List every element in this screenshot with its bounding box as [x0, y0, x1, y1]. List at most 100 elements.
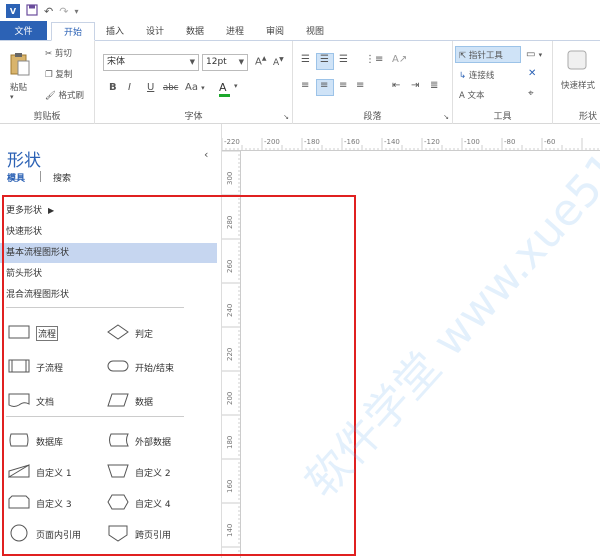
connection-point-icon[interactable]: ⌖: [528, 88, 534, 99]
font-size-value: 12pt: [206, 57, 227, 67]
change-case-label: Aa: [185, 82, 198, 93]
ruler-tick-label: -200: [264, 138, 280, 146]
font-group: 宋体 ▼ 12pt ▼ A▲ A▼ B I U abc Aa ▾ A ▾ 字体 ↘: [95, 41, 293, 124]
tab-5[interactable]: 进程: [215, 21, 255, 40]
tab-3[interactable]: 设计: [135, 21, 175, 40]
ruler-tick-label: -60: [544, 138, 556, 146]
close-icon[interactable]: ✕: [528, 68, 536, 79]
paste-dropdown-icon[interactable]: ▾: [10, 93, 14, 101]
grow-font-label: A: [255, 56, 262, 68]
font-color-swatch: [219, 94, 230, 97]
ruler-tick-label: -180: [304, 138, 320, 146]
horizontal-ruler: -220 -200 -180 -160 -140 -120 -100 -80 -60: [222, 138, 600, 151]
connector-icon: ↳: [459, 71, 467, 81]
pointer-tool-button[interactable]: ⇱ 指针工具: [459, 49, 503, 61]
format-painter-button[interactable]: 🖌 格式刷: [45, 89, 84, 101]
italic-button[interactable]: I: [128, 82, 131, 93]
clipboard-group-label: 剪贴板: [33, 112, 61, 122]
ruler-tick-label: -80: [504, 138, 516, 146]
rectangle-shape-icon[interactable]: ▭ ▾: [526, 49, 542, 60]
align-right-icon[interactable]: ≡: [339, 80, 347, 91]
decrease-indent-icon[interactable]: ⇤: [392, 80, 400, 91]
tab-6[interactable]: 审阅: [255, 21, 295, 40]
quick-styles-button[interactable]: 快速样式: [561, 79, 595, 91]
copy-button[interactable]: ❐ 复制: [45, 68, 72, 80]
ruler-tick-label: -220: [224, 138, 240, 146]
align-top-icon[interactable]: ☰: [301, 54, 310, 65]
chevron-down-icon: ▼: [238, 58, 244, 66]
highlight-box: [2, 195, 356, 556]
align-left-icon[interactable]: ≡: [301, 80, 309, 91]
chevron-left-icon[interactable]: ‹: [204, 148, 208, 161]
ruler-tick-label: 300: [226, 171, 234, 185]
tab-4[interactable]: 数据: [175, 21, 215, 40]
align-bottom-icon[interactable]: ☰: [339, 54, 348, 65]
tools-group-label: 工具: [493, 112, 512, 122]
pointer-tool-label: 指针工具: [468, 51, 503, 61]
clipboard-group: 粘贴 ▾ ✂ 剪切 ❐ 复制 🖌 格式刷 剪贴板: [0, 41, 95, 124]
font-name-select[interactable]: 宋体 ▼: [103, 54, 199, 71]
align-middle-icon[interactable]: ☰: [320, 54, 329, 65]
paragraph-group: ☰ ☰ ☰ ⋮≡ A↗ ≡ ≡ ≡ ≡ ⇤ ⇥ ≣ 段落 ↘: [293, 41, 453, 124]
paragraph-settings-icon[interactable]: ≣: [430, 80, 438, 91]
undo-icon[interactable]: ↶: [44, 5, 53, 18]
font-color-button[interactable]: A: [219, 81, 230, 97]
tools-group: ⇱ 指针工具 ↳ 连接线 A 文本 ▭ ▾ ✕ ⌖ 工具: [453, 41, 553, 124]
shape-group-label: 形状: [579, 112, 598, 122]
tab-divider: [40, 171, 41, 182]
paste-button[interactable]: 粘贴: [10, 81, 27, 93]
visio-app-icon: V: [6, 4, 20, 18]
paste-icon[interactable]: [9, 51, 31, 80]
bold-button[interactable]: B: [109, 82, 117, 93]
paragraph-group-label: 段落: [363, 112, 382, 122]
text-tool-button[interactable]: A 文本: [459, 89, 485, 101]
font-color-label: A: [219, 81, 227, 94]
text-tool-label: 文本: [467, 91, 485, 101]
text-tool-icon: A: [459, 91, 465, 101]
font-group-label: 字体: [184, 112, 203, 122]
ribbon: 粘贴 ▾ ✂ 剪切 ❐ 复制 🖌 格式刷 剪贴板 宋体 ▼ 12pt ▼ A▲ A▼…: [0, 41, 600, 124]
dialog-launcher-icon[interactable]: ↘: [443, 113, 449, 121]
scissors-icon: ✂: [45, 49, 53, 59]
change-case-button[interactable]: Aa ▾: [185, 82, 205, 93]
format-painter-label: 格式刷: [58, 91, 85, 101]
redo-icon[interactable]: ↷: [59, 5, 68, 18]
ruler-tick-label: -100: [464, 138, 480, 146]
ruler-tick-label: -140: [384, 138, 400, 146]
align-center-icon[interactable]: ≡: [320, 80, 328, 91]
cut-label: 剪切: [54, 49, 72, 59]
copy-icon: ❐: [45, 70, 53, 80]
copy-label: 复制: [55, 70, 73, 80]
font-size-select[interactable]: 12pt ▼: [202, 54, 248, 71]
pointer-icon: ⇱: [459, 51, 467, 61]
shapes-panel-title: 形状: [7, 151, 41, 171]
tab-1[interactable]: 开始: [51, 22, 95, 41]
tab-0[interactable]: 文件: [0, 21, 47, 40]
chevron-down-icon[interactable]: ▾: [234, 82, 238, 90]
save-icon[interactable]: [26, 3, 38, 19]
shrink-font-button[interactable]: A▼: [273, 56, 284, 68]
chevron-down-icon: ▾: [201, 84, 205, 92]
grow-font-button[interactable]: A▲: [255, 55, 266, 67]
ruler-tick-label: -120: [424, 138, 440, 146]
increase-indent-icon[interactable]: ⇥: [411, 80, 419, 91]
font-name-value: 宋体: [107, 57, 126, 67]
ribbon-tabs: 文件 开始 插入 设计 数据 进程 审阅 视图: [0, 21, 600, 41]
tab-2[interactable]: 插入: [95, 21, 135, 40]
text-direction-icon[interactable]: A↗: [392, 54, 407, 65]
brush-icon: 🖌: [45, 91, 56, 101]
connector-button[interactable]: ↳ 连接线: [459, 69, 494, 81]
bullets-icon[interactable]: ⋮≡: [365, 54, 383, 65]
ruler-tick-label: -160: [344, 138, 360, 146]
strikethrough-button[interactable]: abc: [163, 83, 178, 93]
quick-styles-icon[interactable]: [566, 49, 588, 74]
tab-7[interactable]: 视图: [295, 21, 335, 40]
justify-icon[interactable]: ≡: [356, 80, 364, 91]
tab-search[interactable]: 搜索: [53, 171, 71, 184]
customize-toolbar-icon[interactable]: ▾: [74, 7, 78, 16]
underline-button[interactable]: U: [147, 82, 154, 93]
tab-stencils[interactable]: 模具: [7, 171, 25, 184]
visio-window: V ↶ ↷ ▾ 文件 开始 插入 设计 数据 进程 审阅 视图 粘贴 ▾ ✂ 剪切 ❐ 复制 …: [0, 0, 600, 558]
dialog-launcher-icon[interactable]: ↘: [283, 113, 289, 121]
cut-button[interactable]: ✂ 剪切: [45, 47, 72, 59]
